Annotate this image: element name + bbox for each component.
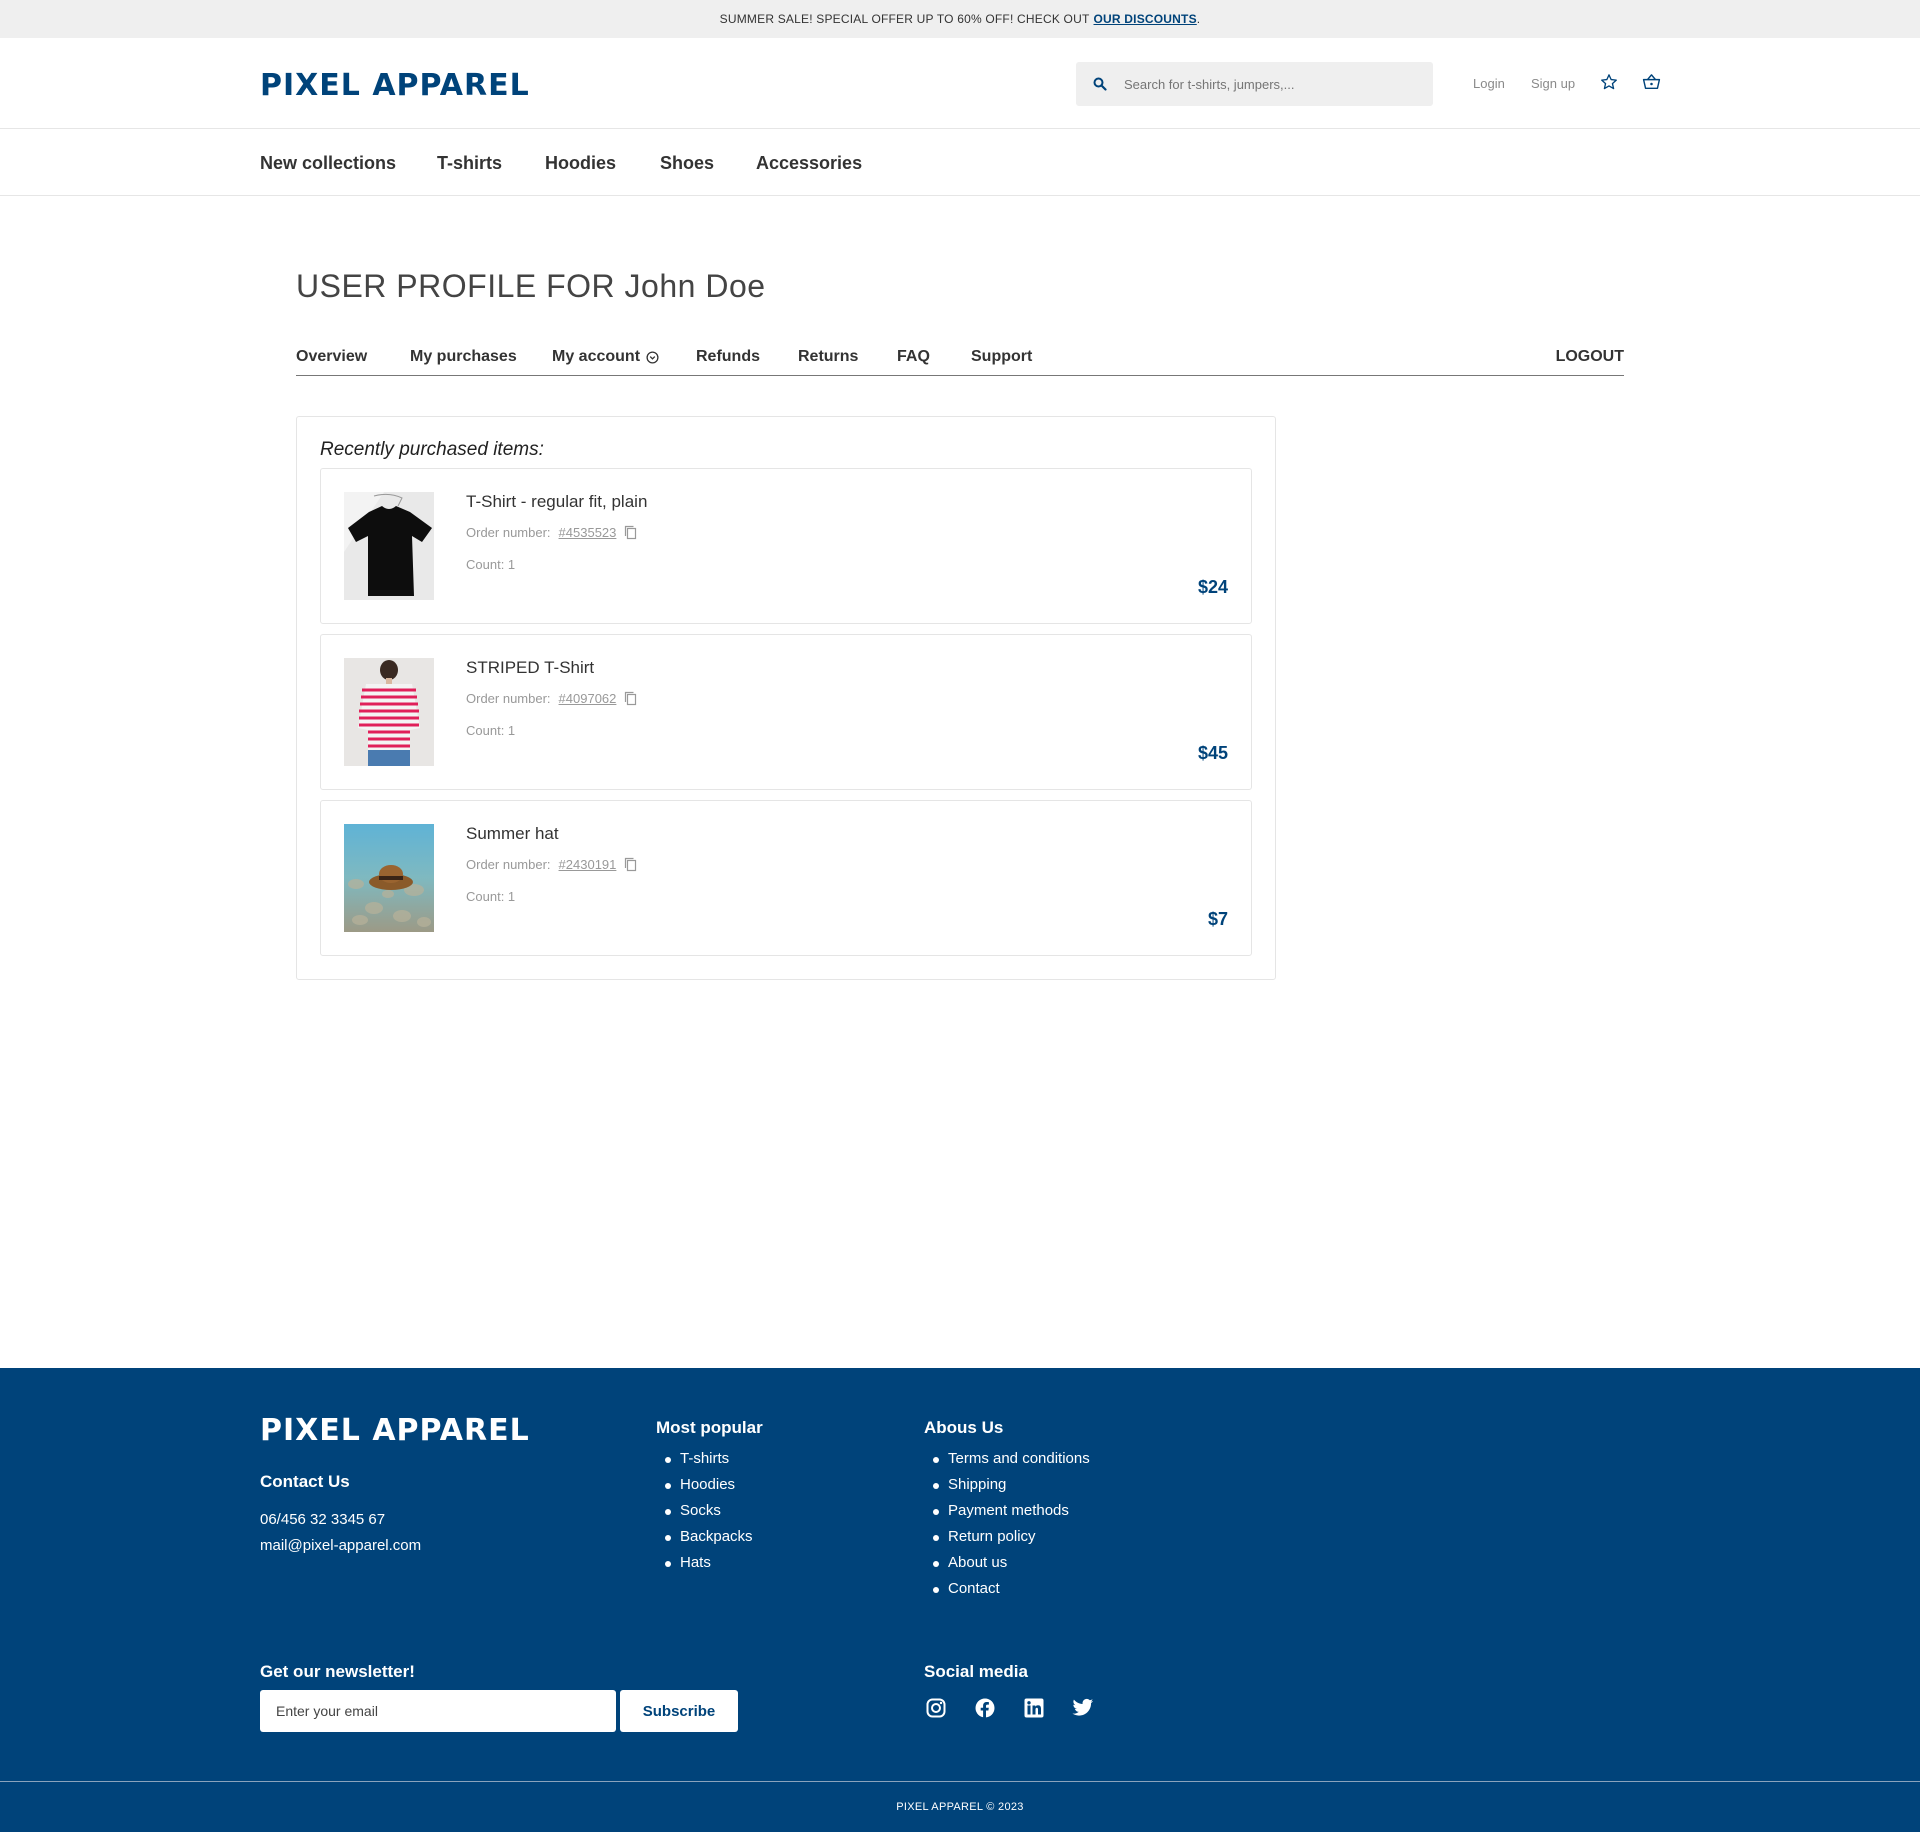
site-logo[interactable]: PIXEL APPAREL bbox=[260, 68, 530, 103]
footer-link-shipping[interactable]: Shipping bbox=[924, 1472, 1090, 1498]
subscribe-button[interactable]: Subscribe bbox=[620, 1690, 738, 1732]
tab-my-purchases[interactable]: My purchases bbox=[410, 348, 517, 366]
copy-icon[interactable] bbox=[624, 857, 637, 872]
discounts-link[interactable]: OUR DISCOUNTS bbox=[1094, 12, 1197, 26]
order-label: Order number: bbox=[466, 525, 551, 540]
order-number-link[interactable]: #2430191 bbox=[559, 857, 617, 872]
copy-icon[interactable] bbox=[624, 525, 637, 540]
order-number: Order number: #4097062 bbox=[466, 691, 637, 706]
signup-link[interactable]: Sign up bbox=[1531, 76, 1575, 91]
about-heading: Abous Us bbox=[924, 1418, 1004, 1437]
search-bar[interactable] bbox=[1076, 62, 1433, 106]
twitter-icon[interactable] bbox=[1072, 1698, 1094, 1718]
tab-label: Refunds bbox=[696, 348, 760, 365]
footer-link-contact[interactable]: Contact bbox=[924, 1576, 1090, 1602]
contact-phone: 06/456 32 3345 67 bbox=[260, 1511, 386, 1528]
item-count: Count: 1 bbox=[466, 723, 516, 738]
purchase-item[interactable]: Summer hat Order number: #2430191 Count:… bbox=[320, 800, 1252, 956]
most-popular-list: T-shirts Hoodies Socks Backpacks Hats bbox=[656, 1446, 753, 1576]
promo-text: SUMMER SALE! SPECIAL OFFER UP TO 60% OFF… bbox=[719, 12, 1090, 26]
promo-end: . bbox=[1196, 12, 1201, 26]
nav-accessories[interactable]: Accessories bbox=[756, 153, 862, 174]
tab-my-account[interactable]: My account bbox=[552, 348, 659, 366]
order-number-link[interactable]: #4535523 bbox=[559, 525, 617, 540]
login-link[interactable]: Login bbox=[1473, 76, 1505, 91]
order-number: Order number: #4535523 bbox=[466, 525, 637, 540]
nav-tshirts[interactable]: T-shirts bbox=[437, 153, 502, 174]
tab-label: My account bbox=[552, 348, 641, 365]
tab-label: Support bbox=[971, 348, 1033, 365]
striped-tshirt-image bbox=[344, 658, 434, 766]
contact-heading: Contact Us bbox=[260, 1472, 350, 1491]
profile-tabs: Overview My purchases My account Refunds… bbox=[296, 344, 1624, 376]
order-number: Order number: #2430191 bbox=[466, 857, 637, 872]
newsletter-heading: Get our newsletter! bbox=[260, 1662, 415, 1681]
footer-link-about-us[interactable]: About us bbox=[924, 1550, 1090, 1576]
copy-icon[interactable] bbox=[624, 691, 637, 706]
footer-divider bbox=[0, 1781, 1920, 1782]
facebook-icon[interactable] bbox=[975, 1698, 995, 1718]
search-input[interactable] bbox=[1124, 76, 1404, 92]
most-popular-heading: Most popular bbox=[656, 1418, 763, 1437]
tshirt-black-image bbox=[344, 492, 434, 600]
recent-purchases-card: Recently purchased items: T-Shirt - regu… bbox=[296, 416, 1276, 980]
contact-email[interactable]: mail@pixel-apparel.com bbox=[260, 1537, 421, 1554]
item-price: $45 bbox=[1197, 743, 1228, 763]
site-footer: PIXEL APPAREL Contact Us 06/456 32 3345 … bbox=[0, 1368, 1920, 1832]
item-name: Summer hat bbox=[466, 824, 559, 843]
tab-returns[interactable]: Returns bbox=[798, 348, 858, 366]
nav-new-collections[interactable]: New collections bbox=[260, 153, 396, 174]
search-icon bbox=[1093, 77, 1107, 91]
order-label: Order number: bbox=[466, 691, 551, 706]
tab-support[interactable]: Support bbox=[971, 348, 1032, 366]
footer-link-tshirts[interactable]: T-shirts bbox=[656, 1446, 753, 1472]
item-name: STRIPED T-Shirt bbox=[466, 658, 595, 677]
item-count: Count: 1 bbox=[466, 889, 516, 904]
footer-link-hats[interactable]: Hats bbox=[656, 1550, 753, 1576]
purchase-item[interactable]: T-Shirt - regular fit, plain Order numbe… bbox=[320, 468, 1252, 624]
item-price: $7 bbox=[1207, 909, 1228, 929]
item-price: $24 bbox=[1197, 577, 1228, 597]
order-number-link[interactable]: #4097062 bbox=[559, 691, 617, 706]
instagram-icon[interactable] bbox=[926, 1698, 946, 1718]
social-heading: Social media bbox=[924, 1662, 1028, 1681]
site-header: PIXEL APPAREL Login Sign up bbox=[0, 38, 1920, 129]
newsletter-email-input[interactable] bbox=[260, 1690, 616, 1732]
item-name: T-Shirt - regular fit, plain bbox=[466, 492, 648, 511]
recent-purchases-heading: Recently purchased items: bbox=[320, 439, 544, 460]
shopping-basket-icon[interactable] bbox=[1642, 73, 1661, 91]
order-label: Order number: bbox=[466, 857, 551, 872]
purchase-item[interactable]: STRIPED T-Shirt Order number: #4097062 C… bbox=[320, 634, 1252, 790]
summer-hat-image bbox=[344, 824, 434, 932]
footer-link-backpacks[interactable]: Backpacks bbox=[656, 1524, 753, 1550]
page-title: USER PROFILE FOR John Doe bbox=[296, 268, 766, 304]
footer-logo[interactable]: PIXEL APPAREL bbox=[260, 1413, 530, 1448]
nav-shoes[interactable]: Shoes bbox=[660, 153, 714, 174]
logout-button[interactable]: LOGOUT bbox=[1556, 348, 1624, 366]
category-nav: New collections T-shirts Hoodies Shoes A… bbox=[0, 130, 1920, 196]
favorites-star-icon[interactable] bbox=[1600, 73, 1618, 91]
chevron-down-circle-icon bbox=[646, 350, 659, 364]
tab-label: My purchases bbox=[410, 348, 517, 365]
footer-link-socks[interactable]: Socks bbox=[656, 1498, 753, 1524]
copyright: PIXEL APPAREL © 2023 bbox=[896, 1801, 1024, 1813]
item-count: Count: 1 bbox=[466, 557, 516, 572]
tab-label: FAQ bbox=[897, 348, 930, 365]
tab-label: Returns bbox=[798, 348, 859, 365]
promo-banner: SUMMER SALE! SPECIAL OFFER UP TO 60% OFF… bbox=[0, 0, 1920, 38]
tab-label: Overview bbox=[296, 348, 368, 365]
tab-faq[interactable]: FAQ bbox=[897, 348, 930, 366]
tab-overview[interactable]: Overview bbox=[296, 348, 367, 366]
about-list: Terms and conditions Shipping Payment me… bbox=[924, 1446, 1090, 1602]
nav-hoodies[interactable]: Hoodies bbox=[545, 153, 616, 174]
footer-link-terms[interactable]: Terms and conditions bbox=[924, 1446, 1090, 1472]
footer-link-payment-methods[interactable]: Payment methods bbox=[924, 1498, 1090, 1524]
tab-refunds[interactable]: Refunds bbox=[696, 348, 760, 366]
footer-link-hoodies[interactable]: Hoodies bbox=[656, 1472, 753, 1498]
linkedin-icon[interactable] bbox=[1024, 1698, 1044, 1718]
footer-link-return-policy[interactable]: Return policy bbox=[924, 1524, 1090, 1550]
